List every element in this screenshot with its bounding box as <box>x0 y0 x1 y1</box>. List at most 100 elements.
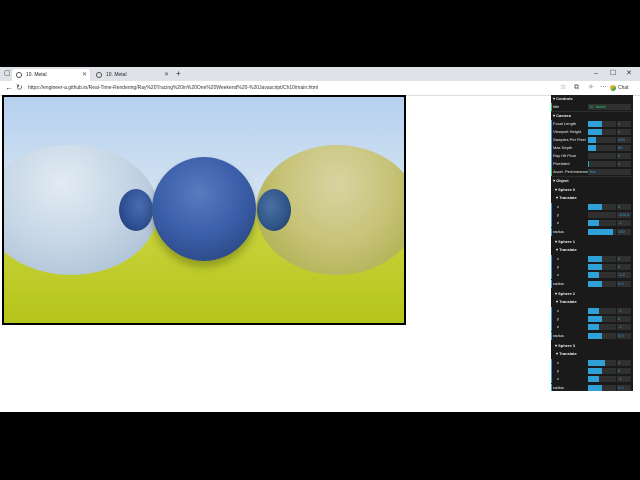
collections-icon[interactable]: ✧ <box>588 81 594 95</box>
controls-folder[interactable]: ▾ Controls <box>551 95 633 103</box>
slider-fill <box>588 161 590 167</box>
back-icon[interactable]: ← <box>5 81 13 95</box>
radius-slider[interactable] <box>588 281 616 287</box>
x-slider[interactable] <box>588 360 616 366</box>
maximize-icon[interactable]: ☐ <box>610 67 616 80</box>
translate-folder[interactable]: ▾ Translate <box>551 194 633 202</box>
z-slider[interactable] <box>588 324 616 330</box>
x-number[interactable]: 1 <box>617 360 631 366</box>
z-slider[interactable] <box>588 272 616 278</box>
x-slider[interactable] <box>588 204 616 210</box>
slider-fill <box>588 333 602 339</box>
tab-label: 10. Metal <box>106 72 127 78</box>
slider-fill <box>588 229 614 235</box>
accel-input[interactable]: Yes <box>588 169 631 175</box>
sphere-center <box>152 157 256 261</box>
y-number[interactable]: 0 <box>617 316 631 322</box>
sphere-x-row: x0 <box>551 255 633 263</box>
camera-row: Viewport Height 2 <box>551 128 633 136</box>
slider-fill <box>588 272 600 278</box>
favorite-icon[interactable]: ☆ <box>560 81 566 95</box>
new-tab-icon[interactable]: + <box>176 68 181 80</box>
sphere-folder[interactable]: ▾ Sphere 0 <box>551 186 633 194</box>
sphere-folder[interactable]: ▾ Sphere 2 <box>551 290 633 298</box>
y-number[interactable]: 0 <box>617 264 631 270</box>
radius-number[interactable]: 0.5 <box>617 281 631 287</box>
camera-number[interactable]: 1 <box>617 121 631 127</box>
minimize-icon[interactable]: – <box>594 67 598 80</box>
slider-fill <box>588 324 600 330</box>
sphere-x-row: x1 <box>551 359 633 367</box>
slider-fill <box>588 376 600 382</box>
x-number[interactable]: -1 <box>617 308 631 314</box>
z-slider[interactable] <box>588 376 616 382</box>
camera-slider[interactable] <box>588 129 616 135</box>
more-icon[interactable]: ⋯ <box>600 81 607 95</box>
z-slider[interactable] <box>588 220 616 226</box>
sphere-y-row: y0 <box>551 315 633 323</box>
camera-number[interactable]: 2 <box>617 129 631 135</box>
sphere-radius-row: radius 0.5 <box>551 332 633 340</box>
sphere-z-row: z -1 <box>551 375 633 383</box>
sphere-folder[interactable]: ▾ Sphere 3 <box>551 342 633 350</box>
translate-folder[interactable]: ▾ Translate <box>551 246 633 254</box>
camera-number[interactable]: 50 <box>617 145 631 151</box>
render-canvas[interactable] <box>2 95 406 325</box>
radius-number[interactable]: 100 <box>617 229 631 235</box>
url-field[interactable]: https://engineer-a.github.io/Real-Time-R… <box>28 84 378 92</box>
radius-slider[interactable] <box>588 333 616 339</box>
camera-slider[interactable] <box>588 161 616 167</box>
sphere-y-row: y0 <box>551 263 633 271</box>
title-input[interactable]: 10. Metal <box>588 104 631 110</box>
z-number[interactable]: -1 <box>617 324 631 330</box>
y-number[interactable]: -100.5 <box>617 212 631 218</box>
sphere-folder[interactable]: ▾ Sphere 1 <box>551 238 633 246</box>
radius-slider[interactable] <box>588 385 616 391</box>
x-slider[interactable] <box>588 308 616 314</box>
reload-icon[interactable]: ↻ <box>16 81 23 95</box>
translate-folder[interactable]: ▾ Translate <box>551 350 633 358</box>
camera-slider[interactable] <box>588 121 616 127</box>
split-screen-icon[interactable]: ⧉ <box>574 81 579 95</box>
slider-fill <box>588 220 600 226</box>
x-slider[interactable] <box>588 256 616 262</box>
chat-button[interactable]: Chat <box>610 84 629 92</box>
translate-folder[interactable]: ▾ Translate <box>551 298 633 306</box>
x-number[interactable]: 0 <box>617 204 631 210</box>
radius-slider[interactable] <box>588 229 616 235</box>
accel-row: Accel. Performance Yes <box>551 168 633 176</box>
camera-number[interactable]: 100 <box>617 137 631 143</box>
chat-label: Chat <box>618 85 629 91</box>
radius-number[interactable]: 0.5 <box>617 385 631 391</box>
camera-folder[interactable]: ▾ Camera <box>551 112 633 120</box>
globe-icon <box>96 72 102 78</box>
sphere-x-row: x0 <box>551 203 633 211</box>
camera-slider[interactable] <box>588 153 616 159</box>
y-slider[interactable] <box>588 316 616 322</box>
y-slider[interactable] <box>588 368 616 374</box>
tab-metal-1[interactable]: 10. Metal ✕ <box>12 69 90 81</box>
close-window-icon[interactable]: ✕ <box>626 67 632 80</box>
x-number[interactable]: 0 <box>617 256 631 262</box>
sphere-z-row: z -1 <box>551 323 633 331</box>
y-slider[interactable] <box>588 212 616 218</box>
close-tab-icon[interactable]: ✕ <box>82 69 87 81</box>
tab-metal-2[interactable]: 10. Metal ✕ <box>92 69 172 81</box>
y-number[interactable]: 0 <box>617 368 631 374</box>
camera-number[interactable]: 1 <box>617 161 631 167</box>
sphere-z-row: z -1 <box>551 219 633 227</box>
camera-row: Focal Length 1 <box>551 120 633 128</box>
z-number[interactable]: -1 <box>617 220 631 226</box>
camera-number[interactable]: 0 <box>617 153 631 159</box>
z-number[interactable]: -1 <box>617 376 631 382</box>
camera-slider[interactable] <box>588 137 616 143</box>
object-folder[interactable]: ▾ Object <box>551 177 633 185</box>
z-number[interactable]: -1.2 <box>617 272 631 278</box>
y-slider[interactable] <box>588 264 616 270</box>
camera-row: Pixelated 1 <box>551 160 633 168</box>
sphere-y-row: y0 <box>551 367 633 375</box>
radius-number[interactable]: 0.5 <box>617 333 631 339</box>
close-tab-icon[interactable]: ✕ <box>164 69 169 81</box>
tab-actions-icon[interactable]: ▢ <box>4 67 11 80</box>
camera-slider[interactable] <box>588 145 616 151</box>
